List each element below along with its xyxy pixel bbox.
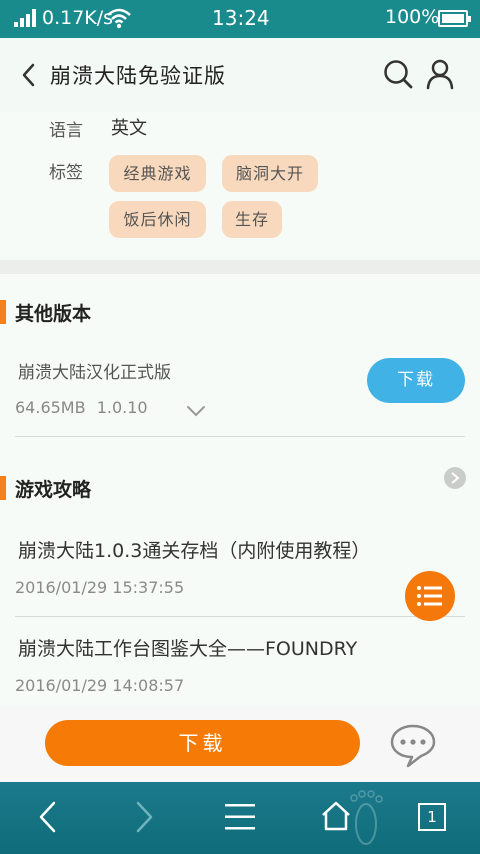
browser-nav-bar: 1 [0,782,480,854]
section-accent [0,300,6,324]
other-versions-section: 其他版本 崩溃大陆汉化正式版 64.65MB 1.0.10 下载 [0,274,480,450]
tags-label: 标签 [49,163,83,183]
article-date: 2016/01/29 15:37:55 [15,578,185,597]
chevron-right-icon[interactable] [444,467,466,489]
article-date: 2016/01/29 14:08:57 [15,676,185,695]
list-icon [417,586,442,606]
tab-count-button[interactable]: 1 [418,803,446,831]
language-value: 英文 [111,118,147,139]
chevron-down-icon[interactable] [186,404,206,418]
status-bar: 0.17K/s 13:24 100% [0,0,480,38]
info-panel: 语言 英文 标签 经典游戏 脑洞大开 饭后休闲 生存 [0,112,480,260]
section-accent [0,476,6,500]
version-size: 64.65MB [15,398,86,417]
version-download-button[interactable]: 下载 [367,358,465,403]
guides-section: 游戏攻略 崩溃大陆1.0.3通关存档（内附使用教程） 2016/01/29 15… [0,450,480,706]
clock: 13:24 [212,6,270,30]
battery-icon [438,10,471,27]
chevron-left-icon[interactable] [14,58,44,92]
download-button[interactable]: 下载 [45,720,360,766]
tag-chip[interactable]: 饭后休闲 [109,201,206,238]
version-meta: 64.65MB 1.0.10 [15,398,148,417]
divider [15,436,465,437]
version-number: 1.0.10 [96,398,148,417]
signal-icon [14,9,36,27]
app-header: 崩溃大陆免验证版 [0,38,480,112]
tag-chip[interactable]: 生存 [222,201,282,238]
tag-chip[interactable]: 经典游戏 [109,155,206,192]
tag-chip[interactable]: 脑洞大开 [222,155,318,192]
back-arrow-icon[interactable] [36,800,60,834]
footprint-icon [350,790,383,845]
user-icon[interactable] [424,58,456,90]
article-title[interactable]: 崩溃大陆工作台图鉴大全——FOUNDRY [18,634,357,661]
article-title[interactable]: 崩溃大陆1.0.3通关存档（内附使用教程） [18,536,370,563]
menu-icon[interactable] [224,802,256,832]
battery-percent: 100% [385,6,440,28]
wifi-icon [107,8,131,29]
list-menu-button[interactable] [405,571,455,621]
language-label: 语言 [49,121,83,141]
section-title: 其他版本 [15,303,92,325]
section-title: 游戏攻略 [15,479,92,501]
bottom-action-bar: 下载 [0,706,480,782]
content-scroll[interactable]: 语言 英文 标签 经典游戏 脑洞大开 饭后休闲 生存 其他版本 崩溃大陆汉化正式… [0,112,480,706]
chat-bubble-icon[interactable] [388,720,438,770]
forward-arrow-icon[interactable] [132,800,156,834]
page-title: 崩溃大陆免验证版 [50,64,226,88]
search-icon[interactable] [382,58,414,90]
divider [15,616,465,617]
net-speed: 0.17K/s [42,7,114,29]
version-name: 崩溃大陆汉化正式版 [18,363,171,383]
